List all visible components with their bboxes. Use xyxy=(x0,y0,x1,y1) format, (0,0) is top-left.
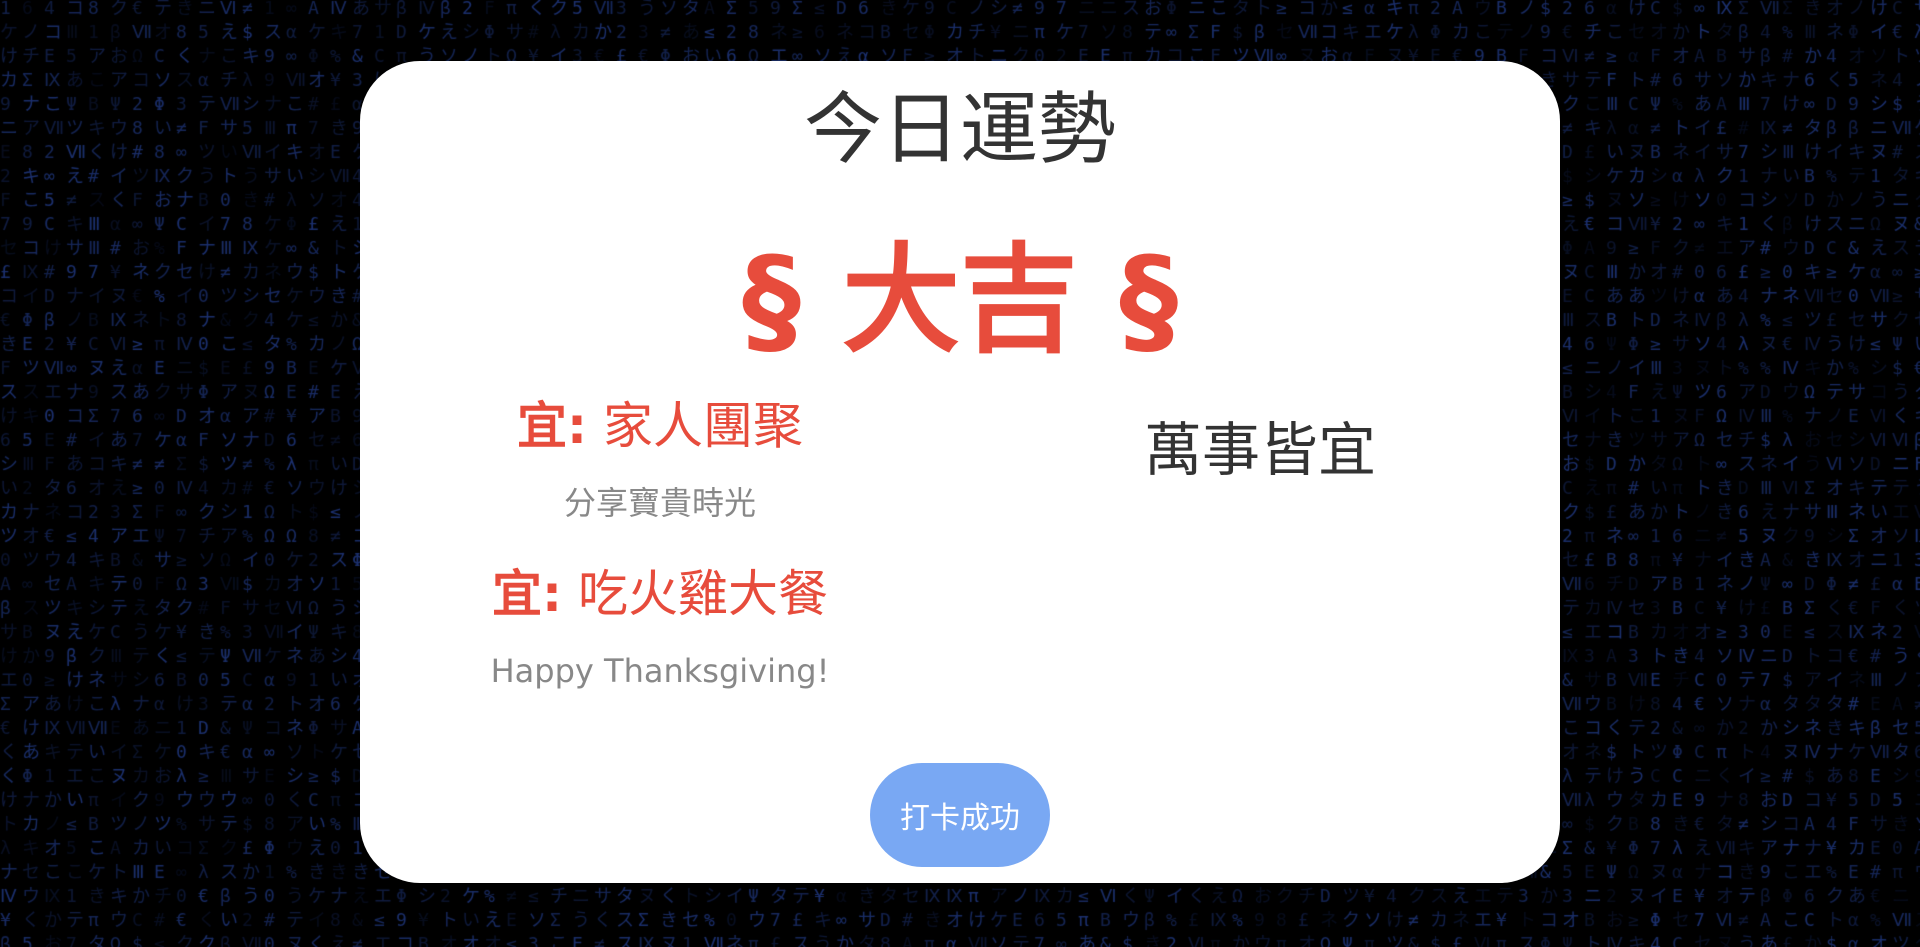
item-heading: 宜: 吃火雞大餐 xyxy=(360,564,960,624)
suitable-description: 分享寶貴時光 xyxy=(563,484,756,522)
item-heading: 宜: 家人團聚 xyxy=(360,396,960,456)
list-item: 宜: 吃火雞大餐 Happy Thanksgiving! xyxy=(360,564,960,690)
checkin-button[interactable]: 打卡成功 xyxy=(870,763,1050,867)
suitable-description: Happy Thanksgiving! xyxy=(490,652,830,691)
fortune-result: § 大吉 § xyxy=(741,231,1179,369)
suitable-label: 宜: xyxy=(517,397,588,455)
fortune-card: 今日運勢 § 大吉 § 宜: 家人團聚 分享寶貴時光 宜: 吃火雞大餐 Happ… xyxy=(360,61,1560,883)
suitable-label: 宜: xyxy=(492,565,563,624)
summary-text: 萬事皆宜 xyxy=(1143,416,1376,484)
list-item: 宜: 家人團聚 分享寶貴時光 xyxy=(360,396,960,522)
suitable-list: 宜: 家人團聚 分享寶貴時光 宜: 吃火雞大餐 Happy Thanksgivi… xyxy=(360,396,960,691)
suitable-activity: 吃火雞大餐 xyxy=(577,565,828,624)
page-title: 今日運勢 xyxy=(803,85,1116,175)
suitable-activity: 家人團聚 xyxy=(602,397,803,455)
summary-column: 萬事皆宜 xyxy=(960,416,1560,486)
